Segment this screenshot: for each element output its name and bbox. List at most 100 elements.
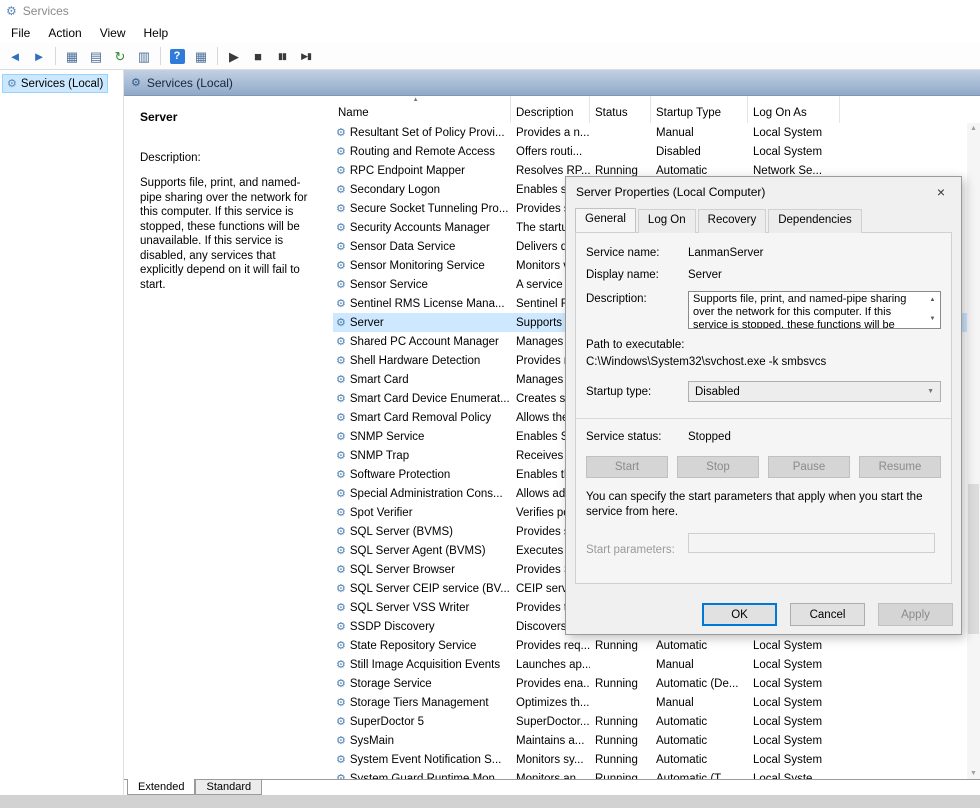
service-name: Shared PC Account Manager <box>350 336 499 348</box>
scrollbar-thumb[interactable] <box>968 484 979 634</box>
service-name: Sensor Service <box>350 279 428 291</box>
service-name: System Event Notification S... <box>350 754 501 766</box>
close-icon[interactable]: × <box>921 177 961 206</box>
vertical-scrollbar[interactable]: ▲ ▼ <box>967 123 980 779</box>
dialog-description-text: Supports file, print, and named-pipe sha… <box>693 293 911 329</box>
scroll-up-icon[interactable]: ▲ <box>967 125 980 132</box>
resume-button[interactable]: Resume <box>859 456 941 478</box>
window-title: Services <box>23 4 69 18</box>
service-status-label: Service status: <box>586 431 688 443</box>
start-parameters-input[interactable] <box>688 533 935 553</box>
service-description: Provides a n... <box>511 123 590 142</box>
ok-button[interactable]: OK <box>702 603 777 626</box>
stop-service-icon[interactable]: ■ <box>247 45 269 67</box>
service-startup-type: Automatic <box>651 731 748 750</box>
restart-service-icon[interactable]: ▶▮ <box>295 45 317 67</box>
back-icon[interactable]: ◄ <box>4 45 26 67</box>
service-name: Smart Card Removal Policy <box>350 412 491 424</box>
view-tab-extended[interactable]: Extended <box>127 779 195 795</box>
dialog-description-box[interactable]: Supports file, print, and named-pipe sha… <box>688 291 941 329</box>
table-row[interactable]: ⚙Resultant Set of Policy Provi...Provide… <box>333 123 967 142</box>
service-name-value: LanmanServer <box>688 247 763 259</box>
refresh-icon[interactable]: ↻ <box>109 45 131 67</box>
menu-help[interactable]: Help <box>135 24 178 42</box>
dialog-tab-general[interactable]: General <box>575 208 636 232</box>
table-row[interactable]: ⚙Routing and Remote AccessOffers routi..… <box>333 142 967 161</box>
table-row[interactable]: ⚙Storage Tiers ManagementOptimizes th...… <box>333 693 967 712</box>
results-pane-title: Services (Local) <box>147 76 233 90</box>
service-startup-type: Automatic <box>651 636 748 655</box>
start-button[interactable]: Start <box>586 456 668 478</box>
service-log-on-as: Local System <box>748 674 840 693</box>
table-row[interactable]: ⚙SysMainMaintains a...RunningAutomaticLo… <box>333 731 967 750</box>
service-icon: ⚙ <box>336 221 346 234</box>
service-icon: ⚙ <box>336 259 346 272</box>
apply-button[interactable]: Apply <box>878 603 953 626</box>
service-startup-type: Automatic <box>651 712 748 731</box>
tree-item-services-local[interactable]: ⚙ Services (Local) <box>2 74 108 93</box>
help-icon[interactable]: ? <box>166 45 188 67</box>
view-tab-standard[interactable]: Standard <box>195 780 262 795</box>
service-icon: ⚙ <box>336 411 346 424</box>
column-header-name[interactable]: Name▲ <box>333 96 511 123</box>
table-row[interactable]: ⚙SuperDoctor 5SuperDoctor...RunningAutom… <box>333 712 967 731</box>
service-icon: ⚙ <box>336 525 346 538</box>
toolbar: ◄►▦▤↻▥?▦▶■▮▮▶▮ <box>0 43 980 70</box>
service-log-on-as: Local System <box>748 750 840 769</box>
service-status: Running <box>590 750 651 769</box>
properties-window-icon[interactable]: ▦ <box>190 45 212 67</box>
column-header-description[interactable]: Description <box>511 96 590 123</box>
list-header: Name▲DescriptionStatusStartup TypeLog On… <box>333 96 980 123</box>
scroll-down-icon[interactable]: ▼ <box>967 770 980 777</box>
table-row[interactable]: ⚙Still Image Acquisition EventsLaunches … <box>333 655 967 674</box>
column-header-startup-type[interactable]: Startup Type <box>651 96 748 123</box>
service-icon: ⚙ <box>336 354 346 367</box>
service-name: SNMP Service <box>350 431 425 443</box>
service-name: SQL Server Agent (BVMS) <box>350 545 486 557</box>
column-header-log-on-as[interactable]: Log On As <box>748 96 840 123</box>
table-row[interactable]: ⚙State Repository ServiceProvides req...… <box>333 636 967 655</box>
service-icon: ⚙ <box>336 677 346 690</box>
dialog-tab-log-on[interactable]: Log On <box>638 209 696 233</box>
help-docs-icon[interactable]: ▥ <box>133 45 155 67</box>
service-status: Running <box>590 636 651 655</box>
dialog-title: Server Properties (Local Computer) <box>576 185 765 199</box>
pause-service-icon[interactable]: ▮▮ <box>271 45 293 67</box>
desc-scroll-up-icon[interactable]: ▲ <box>927 294 938 307</box>
column-header-status[interactable]: Status <box>590 96 651 123</box>
stop-button[interactable]: Stop <box>677 456 759 478</box>
forward-icon[interactable]: ► <box>28 45 50 67</box>
service-icon: ⚙ <box>336 582 346 595</box>
dialog-tab-dependencies[interactable]: Dependencies <box>768 209 862 233</box>
display-name-label: Display name: <box>586 269 688 281</box>
pause-button[interactable]: Pause <box>768 456 850 478</box>
cancel-button[interactable]: Cancel <box>790 603 865 626</box>
service-name: Storage Tiers Management <box>350 697 489 709</box>
service-startup-type: Automatic (T... <box>651 769 748 779</box>
service-name: Special Administration Cons... <box>350 488 503 500</box>
menu-view[interactable]: View <box>91 24 135 42</box>
desc-scroll-down-icon[interactable]: ▼ <box>927 313 938 326</box>
service-icon: ⚙ <box>336 335 346 348</box>
export-list-icon[interactable]: ▤ <box>85 45 107 67</box>
divider <box>576 418 951 419</box>
startup-type-dropdown[interactable]: Disabled ▼ <box>688 381 941 402</box>
start-service-icon[interactable]: ▶ <box>223 45 245 67</box>
service-startup-type: Automatic <box>651 750 748 769</box>
table-row[interactable]: ⚙System Guard Runtime Mon...Monitors an.… <box>333 769 967 779</box>
server-properties-dialog: Server Properties (Local Computer) × Gen… <box>565 176 962 635</box>
service-description: Monitors sy... <box>511 750 590 769</box>
menu-action[interactable]: Action <box>39 24 90 42</box>
table-row[interactable]: ⚙System Event Notification S...Monitors … <box>333 750 967 769</box>
dialog-tab-recovery[interactable]: Recovery <box>698 209 767 233</box>
service-name: Smart Card <box>350 374 409 386</box>
window-bottom-strip <box>0 795 980 808</box>
service-name: Software Protection <box>350 469 450 481</box>
path-value: C:\Windows\System32\svchost.exe -k smbsv… <box>586 356 941 368</box>
menu-file[interactable]: File <box>2 24 39 42</box>
service-icon: ⚙ <box>336 715 346 728</box>
selected-service-name: Server <box>140 110 321 124</box>
table-row[interactable]: ⚙Storage ServiceProvides ena...RunningAu… <box>333 674 967 693</box>
service-startup-type: Manual <box>651 693 748 712</box>
show-console-tree-icon[interactable]: ▦ <box>61 45 83 67</box>
